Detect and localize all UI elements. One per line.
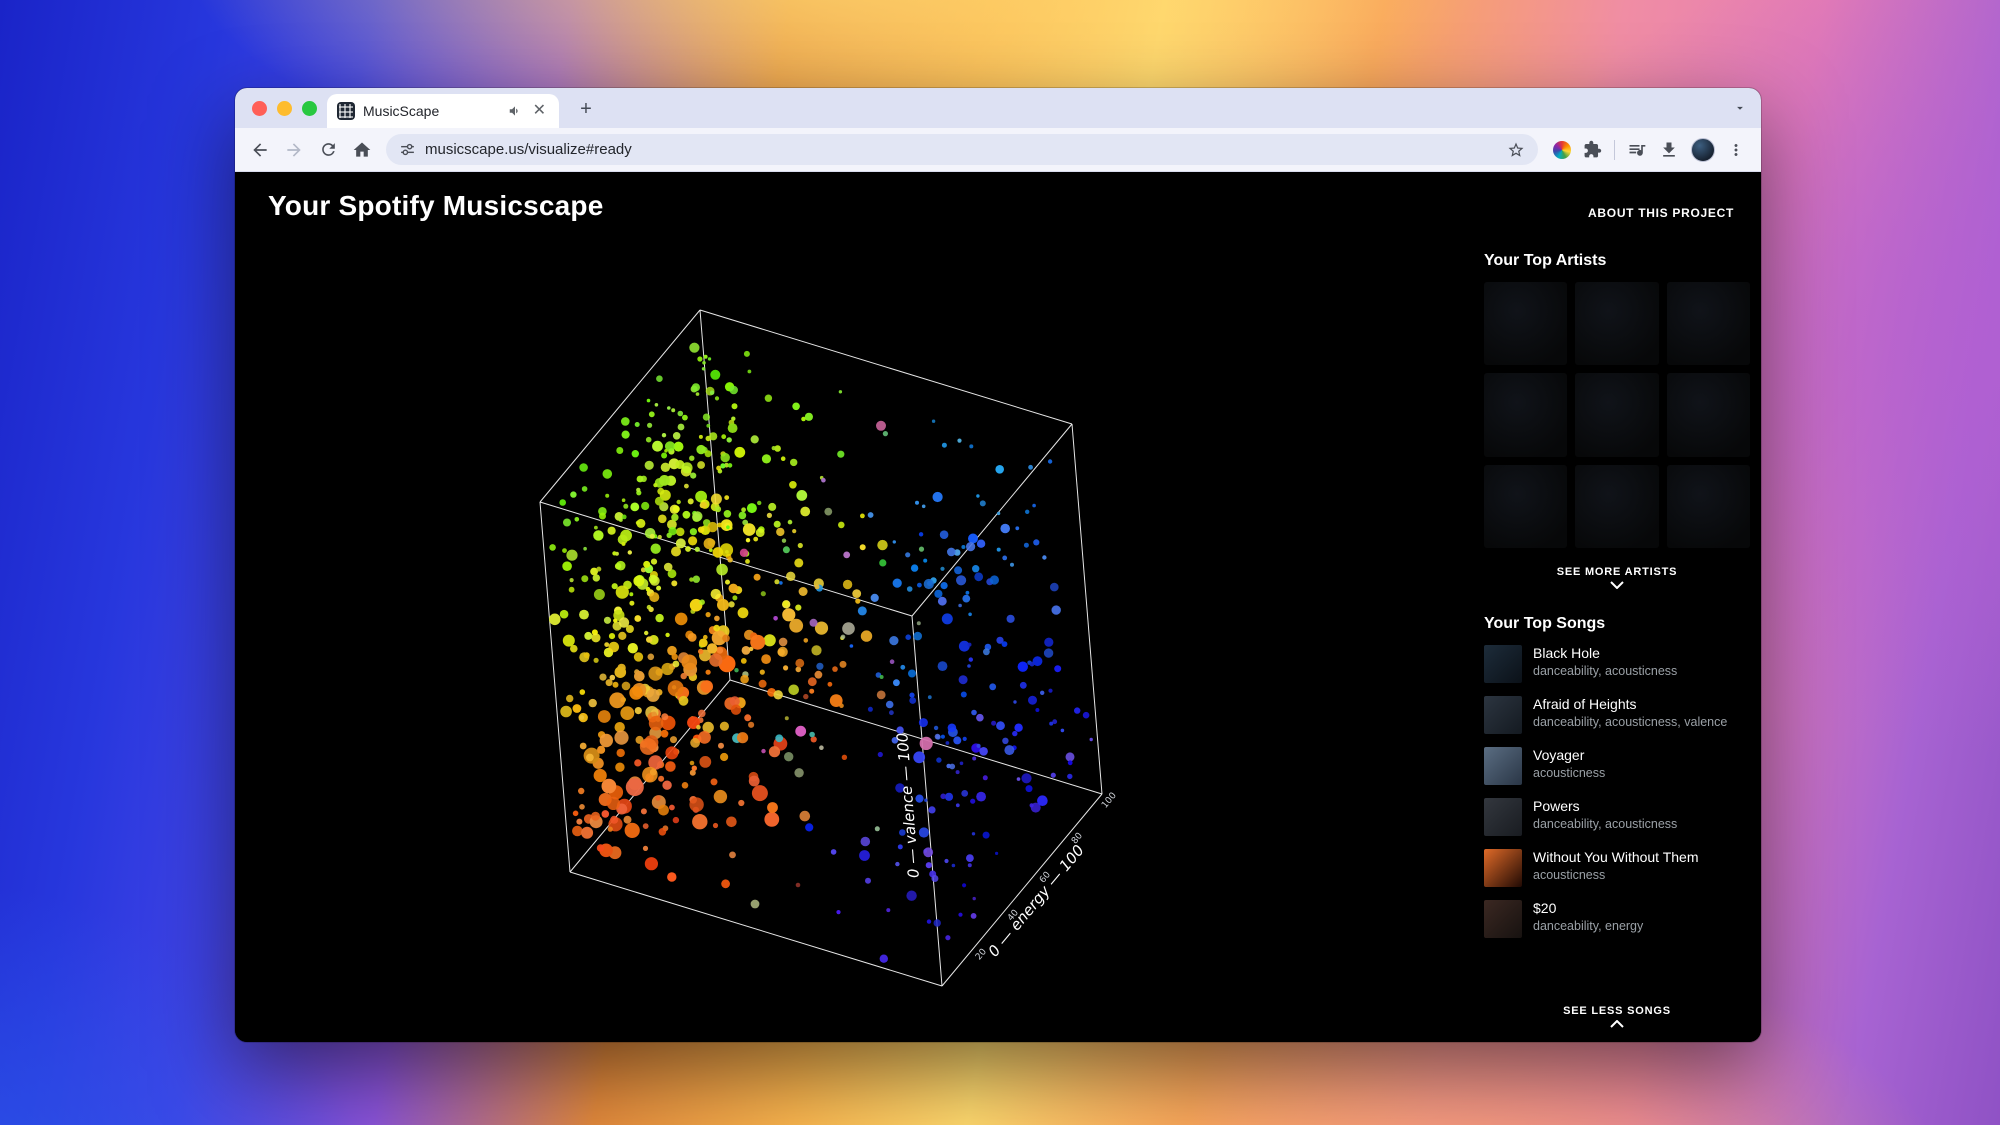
tab-title: MusicScape [363, 103, 440, 119]
song-title: $20 [1533, 900, 1557, 917]
song-title: Powers [1533, 798, 1580, 815]
tab-favicon-icon [337, 102, 355, 120]
fullscreen-window-button[interactable] [302, 100, 317, 116]
album-art [1484, 900, 1522, 939]
chevron-down-icon [1737, 106, 1743, 110]
page-content: 0 — valence — 100 0 — energy — 100 20 40 60 8… [235, 172, 1761, 1042]
browser-menu-icon[interactable] [1727, 141, 1745, 159]
browser-tab[interactable]: MusicScape ✕ [327, 94, 559, 128]
see-less-songs-label: SEE LESS SONGS [1563, 1005, 1671, 1017]
artist-tile[interactable] [1484, 282, 1568, 366]
forward-button[interactable] [277, 133, 311, 167]
tab-close-button[interactable]: ✕ [530, 101, 549, 121]
profile-avatar[interactable] [1691, 137, 1715, 162]
artist-tile[interactable] [1666, 373, 1751, 457]
minimize-window-button[interactable] [277, 100, 292, 116]
artist-tile[interactable] [1666, 464, 1751, 549]
desktop-wallpaper: MusicScape ✕ + musicscape.us/visualize#r… [0, 0, 2000, 1125]
color-wheel-extension-icon[interactable] [1553, 140, 1571, 159]
song-row[interactable]: Powers danceability, acousticness [1484, 798, 1750, 837]
album-art [1484, 645, 1522, 684]
close-window-button[interactable] [252, 100, 267, 116]
svg-text:100: 100 [1100, 791, 1119, 811]
song-title: Without You Without Them [1533, 849, 1699, 866]
chevron-down-icon [1610, 581, 1624, 590]
new-tab-button[interactable]: + [573, 96, 599, 122]
url-text: musicscape.us/visualize#ready [425, 141, 632, 158]
artist-tile[interactable] [1575, 373, 1659, 457]
song-title: Voyager [1533, 747, 1585, 764]
browser-toolbar: musicscape.us/visualize#ready [235, 128, 1761, 172]
artist-tile[interactable] [1575, 282, 1659, 366]
top-artists-heading: Your Top Artists [1484, 252, 1607, 269]
song-row[interactable]: Afraid of Heights danceability, acousticn… [1484, 696, 1750, 735]
chevron-up-icon [1610, 1020, 1624, 1028]
tab-search-button[interactable] [1733, 101, 1747, 120]
song-row[interactable]: Voyager acousticness [1484, 747, 1750, 786]
song-row[interactable]: Without You Without Them acousticness [1484, 849, 1750, 888]
svg-text:0 — energy — 100: 0 — energy — 100 [985, 841, 1088, 960]
artist-grid [1484, 282, 1751, 549]
about-link[interactable]: ABOUT THIS PROJECT [1588, 206, 1734, 220]
song-row[interactable]: Black Hole danceability, acousticness [1484, 645, 1750, 684]
extensions-puzzle-icon[interactable] [1583, 140, 1602, 159]
see-more-artists-button[interactable]: SEE MORE ARTISTS [1484, 566, 1750, 590]
address-bar[interactable]: musicscape.us/visualize#ready [386, 134, 1538, 165]
tab-audio-icon[interactable] [508, 104, 522, 118]
song-title: Afraid of Heights [1533, 696, 1637, 713]
page-title: Your Spotify Musicscape [268, 190, 604, 221]
album-art [1484, 696, 1522, 735]
song-features: danceability, acousticness [1533, 817, 1678, 832]
song-row[interactable]: $20 danceability, energy [1484, 900, 1750, 939]
artist-tile[interactable] [1575, 464, 1659, 549]
song-features: acousticness [1533, 868, 1606, 883]
see-more-artists-label: SEE MORE ARTISTS [1556, 566, 1678, 579]
see-less-songs-button[interactable]: SEE LESS SONGS [1484, 1005, 1750, 1036]
song-features: danceability, energy [1533, 919, 1644, 934]
sidebar: Your Top Artists SEE MORE ARTISTS Your T… [1484, 252, 1751, 1042]
artist-tile[interactable] [1666, 282, 1751, 366]
window-controls [235, 100, 331, 116]
bookmark-star-icon[interactable] [1507, 141, 1525, 159]
artist-tile[interactable] [1484, 464, 1568, 549]
song-features: danceability, acousticness, valence [1533, 715, 1728, 730]
downloads-icon[interactable] [1659, 140, 1679, 160]
album-art [1484, 849, 1522, 888]
site-info-icon[interactable] [399, 141, 416, 158]
media-controls-icon[interactable] [1627, 140, 1647, 160]
browser-window: MusicScape ✕ + musicscape.us/visualize#r… [235, 88, 1761, 1042]
top-songs-heading: Your Top Songs [1484, 615, 1606, 633]
toolbar-extensions-area [1545, 137, 1753, 162]
artist-tile[interactable] [1484, 373, 1568, 457]
home-button[interactable] [345, 133, 379, 167]
reload-button[interactable] [311, 133, 345, 167]
song-title: Black Hole [1533, 645, 1600, 662]
song-list: Black Hole danceability, acousticness Afra… [1484, 645, 1750, 951]
album-art [1484, 747, 1522, 786]
song-features: danceability, acousticness [1533, 664, 1678, 679]
album-art [1484, 798, 1522, 837]
song-features: acousticness [1533, 766, 1606, 781]
back-button[interactable] [243, 133, 277, 167]
tab-strip: MusicScape ✕ + [235, 88, 1761, 128]
toolbar-separator [1614, 139, 1615, 160]
